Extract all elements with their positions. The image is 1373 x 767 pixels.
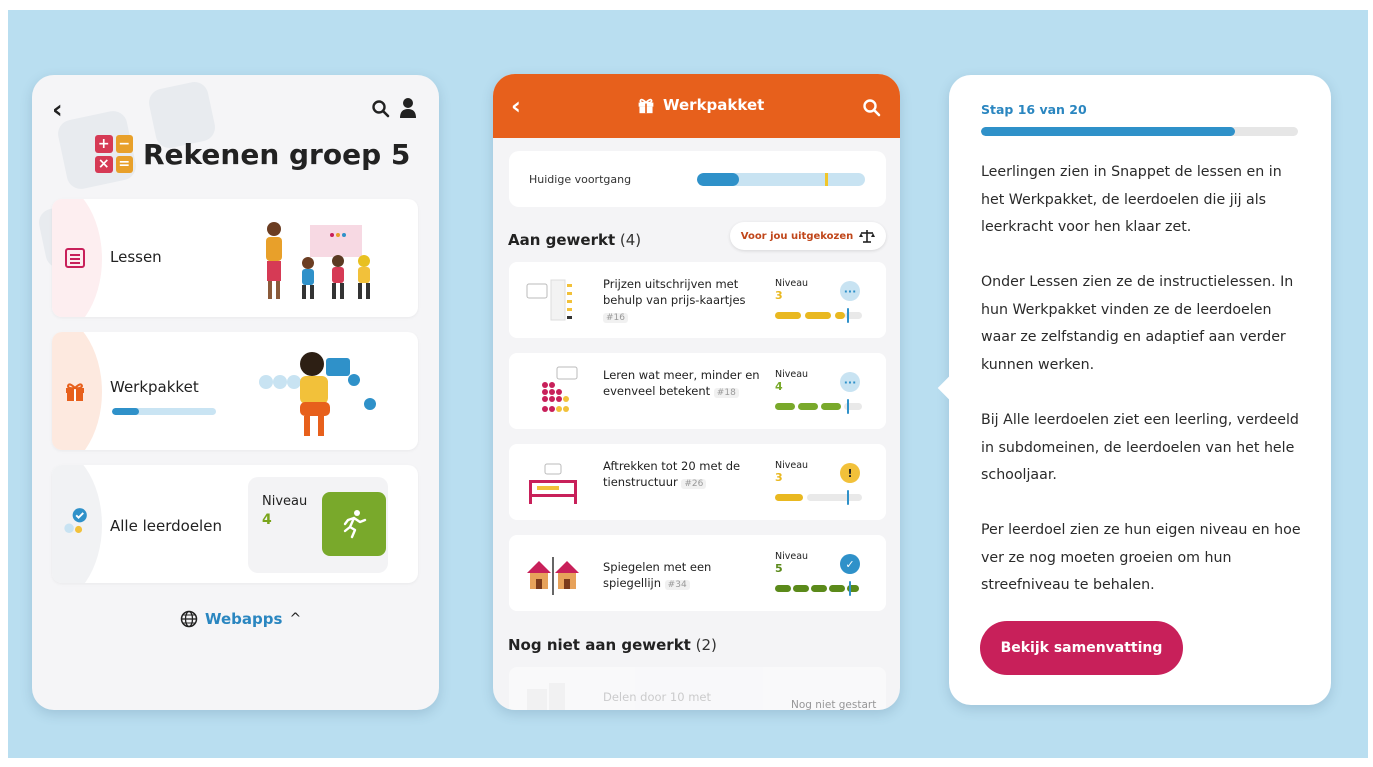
level-progress xyxy=(775,581,862,596)
leerdoel-title: Aftrekken tot 20 met de tienstructuur #2… xyxy=(603,459,741,489)
niveau-label: Niveau xyxy=(775,460,809,471)
werkpakket-screen: ‹ Werkpakket Huidige voortgang Aan gewer… xyxy=(493,74,900,710)
webapps-toggle[interactable]: Webapps ^ xyxy=(180,610,301,628)
card-werkpakket-label: Werkpakket xyxy=(110,378,199,396)
niveau-box: Niveau 4 xyxy=(248,477,388,573)
abacus-illustration xyxy=(529,463,577,504)
card-werkpakket[interactable]: Werkpakket xyxy=(52,332,418,450)
niveau-label: Niveau xyxy=(775,369,809,380)
section-aan-gewerkt: Aan gewerkt (4) xyxy=(508,231,642,249)
werkpakket-header: ‹ Werkpakket xyxy=(493,74,900,138)
leerdoel-title: Prijzen uitschrijven met behulp van prij… xyxy=(603,277,746,323)
niveau-label: Niveau xyxy=(775,278,809,289)
goals-icon xyxy=(64,508,87,533)
header-title: Werkpakket xyxy=(637,96,764,114)
niveau-label: Niveau xyxy=(775,551,809,562)
tutorial-paragraph: Bij Alle leerdoelen ziet een leerling, v… xyxy=(981,412,1299,483)
level-progress xyxy=(775,399,862,414)
level-progress xyxy=(775,308,862,323)
tutorial-paragraph: Onder Lessen zien ze de instructielessen… xyxy=(981,274,1294,373)
more-dots-icon[interactable]: ··· xyxy=(840,372,860,392)
gift-icon xyxy=(66,383,84,401)
division-illustration xyxy=(527,683,565,710)
card-lessen-label: Lessen xyxy=(110,248,162,266)
niveau-value: 4 xyxy=(262,512,272,528)
card-alle-leerdoelen[interactable]: Alle leerdoelen Niveau 4 xyxy=(52,465,418,583)
user-icon[interactable] xyxy=(399,97,417,119)
leerdoel-title: Delen door 10 met xyxy=(603,690,711,704)
balance-scale-icon xyxy=(859,230,876,243)
section-nog-niet-aan-gewerkt: Nog niet aan gewerkt (2) xyxy=(508,636,717,654)
niveau-value: 3 xyxy=(775,289,783,302)
step-progress xyxy=(981,127,1298,136)
back-button[interactable]: ‹ xyxy=(511,92,521,120)
search-icon[interactable] xyxy=(862,98,882,118)
gift-icon xyxy=(638,98,654,114)
student-illustration xyxy=(259,352,376,436)
beads-illustration xyxy=(542,366,578,412)
leerdoel-item[interactable]: Spiegelen met een spiegellijn #34 Niveau… xyxy=(509,535,886,611)
tutorial-paragraph: Per leerdoel zien ze hun eigen niveau en… xyxy=(981,522,1301,593)
leerdoel-title: Leren wat meer, minder en evenveel betek… xyxy=(603,368,760,398)
niveau-label: Niveau xyxy=(262,494,308,509)
voor-jou-label: Voor jou uitgekozen xyxy=(740,230,854,242)
globe-icon xyxy=(180,610,198,628)
chevron-up-icon: ^ xyxy=(289,611,302,627)
leerdoel-title: Spiegelen met een spiegellijn #34 xyxy=(603,560,712,590)
niveau-value: 4 xyxy=(775,380,783,393)
running-figure-icon xyxy=(322,492,386,556)
more-dots-icon[interactable]: ··· xyxy=(840,281,860,301)
voor-jou-uitgekozen-button[interactable]: Voor jou uitgekozen xyxy=(730,222,886,250)
card-alle-leerdoelen-label: Alle leerdoelen xyxy=(110,517,222,535)
price-tags-illustration xyxy=(526,279,572,321)
progress-label: Huidige voortgang xyxy=(529,173,632,186)
page-title-text: Rekenen groep 5 xyxy=(143,137,411,171)
page-title: + − × = Rekenen groep 5 xyxy=(95,135,410,173)
webapps-label: Webapps xyxy=(205,610,283,628)
niveau-value: 5 xyxy=(775,562,783,575)
leerdoel-item[interactable]: Aftrekken tot 20 met de tienstructuur #2… xyxy=(509,444,886,520)
leerdoel-item[interactable]: Prijzen uitschrijven met behulp van prij… xyxy=(509,262,886,338)
leerdoel-item[interactable]: Leren wat meer, minder en evenveel betek… xyxy=(509,353,886,429)
warning-icon[interactable]: ! xyxy=(840,463,860,483)
progress-bar xyxy=(697,173,865,186)
step-indicator: Stap 16 van 20 xyxy=(981,102,1087,117)
progress-card: Huidige voortgang xyxy=(509,151,886,207)
tutorial-popover: Stap 16 van 20 Leerlingen zien in Snappe… xyxy=(949,75,1331,705)
mirror-houses-illustration xyxy=(527,557,579,595)
not-started-status: Nog niet gestart xyxy=(791,699,877,710)
niveau-value: 3 xyxy=(775,471,783,484)
card-lessen[interactable]: Lessen xyxy=(52,199,418,317)
bekijk-samenvatting-button[interactable]: Bekijk samenvatting xyxy=(980,621,1183,675)
rekenen-screen: ‹ + − × = Rekenen groep 5 Lessen Werkpak… xyxy=(32,75,439,710)
stage-background: ‹ + − × = Rekenen groep 5 Lessen Werkpak… xyxy=(8,10,1368,758)
list-icon xyxy=(65,248,85,268)
tutorial-paragraph: Leerlingen zien in Snappet de lessen en … xyxy=(981,164,1282,235)
math-logo-icon: + − × = xyxy=(95,135,133,173)
check-icon[interactable]: ✓ xyxy=(840,554,860,574)
back-button[interactable]: ‹ xyxy=(52,95,63,125)
werkpakket-progress xyxy=(112,408,216,415)
search-icon[interactable] xyxy=(371,99,391,119)
leerdoel-item-not-started[interactable]: Delen door 10 met Nog niet gestart xyxy=(509,667,886,710)
level-progress xyxy=(775,490,862,505)
classroom-illustration xyxy=(266,222,370,299)
header-title-text: Werkpakket xyxy=(663,96,765,114)
